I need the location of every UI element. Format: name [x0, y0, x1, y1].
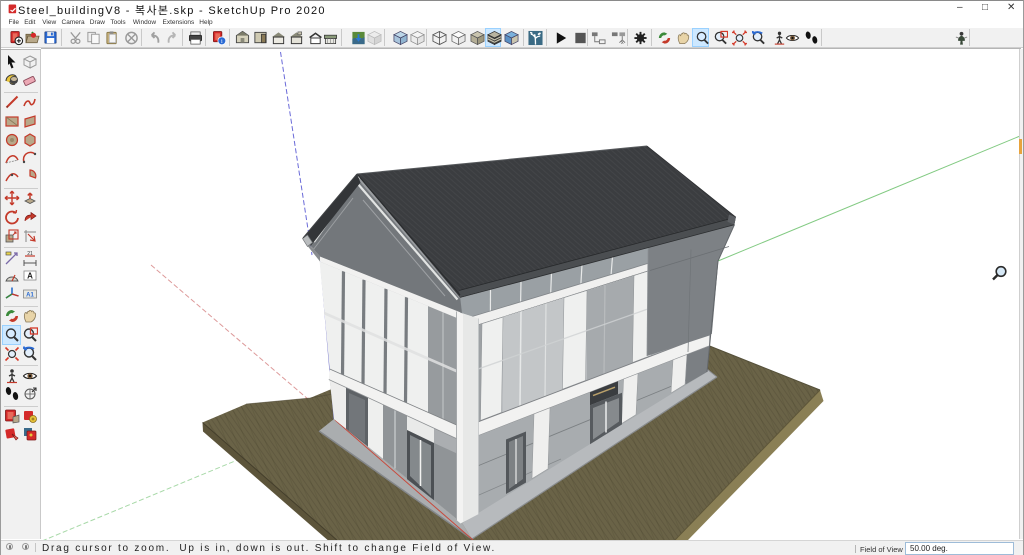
svg-text:A: A: [27, 272, 33, 281]
svg-text:x: x: [620, 40, 623, 46]
svg-text:i: i: [221, 39, 223, 45]
svg-text:21: 21: [27, 251, 33, 257]
svg-text:A1: A1: [26, 293, 34, 299]
